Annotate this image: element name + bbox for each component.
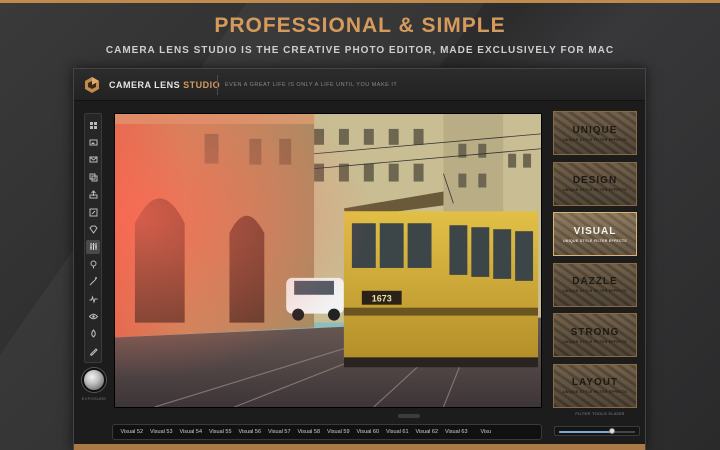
filmstrip-item[interactable]: Visual 59	[324, 429, 354, 435]
slider-label: FILTER TOOLS SLIDER	[575, 411, 625, 416]
filmstrip-item[interactable]: Visual 62	[412, 429, 442, 435]
slider-fill	[559, 431, 613, 433]
filmstrip-item[interactable]: Visual 55	[206, 429, 236, 435]
app-name-main: CAMERA LENS	[109, 80, 184, 90]
app-name-accent: STUDIO	[183, 80, 221, 90]
filmstrip-item[interactable]: Visu	[471, 429, 501, 435]
filmstrip-item[interactable]: Visual 61	[383, 429, 413, 435]
effect-description: UNIQUE STYLE FILTER EFFECTS	[563, 390, 627, 394]
app-window: CAMERA LENS STUDIO EVEN A GREAT LIFE IS …	[73, 68, 646, 450]
filmstrip: Visual 52 Visual 53 Visual 54 Visual 55 Visu…	[112, 424, 542, 440]
effect-description: UNIQUE STYLE FILTER EFFECTS	[563, 289, 627, 293]
exposure-knob[interactable]	[82, 368, 106, 392]
effect-description: UNIQUE STYLE FILTER EFFECTS	[563, 238, 627, 243]
filmstrip-item[interactable]: Visual 53	[147, 429, 177, 435]
edit-icon	[89, 208, 97, 216]
eye-icon	[88, 313, 98, 320]
sliders-icon	[89, 243, 97, 251]
tool-button-pulse[interactable]	[86, 292, 100, 306]
titlebar-separator	[217, 75, 218, 95]
effect-name: LAYOUT	[571, 377, 619, 388]
tool-button-share[interactable]	[86, 188, 100, 202]
effect-name: DESIGN	[572, 175, 618, 186]
tool-button-pin[interactable]	[86, 257, 100, 271]
headline: PROFESSIONAL & SIMPLE	[214, 14, 506, 37]
effect-description: UNIQUE STYLE FILTER EFFECTS	[563, 339, 627, 344]
effect-name: STRONG	[570, 326, 620, 338]
effect-description: UNIQUE STYLE FILTER EFFECTS	[563, 188, 627, 192]
share-icon	[89, 190, 97, 199]
effect-layout[interactable]: LAYOUT UNIQUE STYLE FILTER EFFECTS	[553, 363, 637, 408]
filmstrip-item[interactable]: Visual 52	[117, 429, 147, 435]
image-icon	[89, 139, 97, 146]
pulse-icon	[89, 294, 97, 304]
tool-button-wand[interactable]	[86, 275, 100, 289]
tool-button-drop[interactable]	[86, 327, 100, 341]
mail-icon	[89, 156, 97, 163]
copy-icon	[89, 173, 97, 182]
pencil-icon	[89, 347, 98, 356]
tool-button-mail[interactable]	[86, 153, 100, 167]
effect-visual[interactable]: VISUAL UNIQUE STYLE FILTER EFFECTS	[553, 212, 637, 256]
app-name: CAMERA LENS STUDIO	[109, 80, 220, 90]
camera-lens-logo-icon	[85, 77, 99, 93]
tool-button-sliders[interactable]	[86, 239, 100, 254]
photo-canvas[interactable]: 1673	[114, 113, 542, 408]
tool-button-grid[interactable]	[86, 118, 100, 132]
tagline: EVEN A GREAT LIFE IS ONLY A LIFE UNTIL Y…	[225, 82, 398, 88]
filter-slider[interactable]	[554, 426, 640, 436]
tool-button-image[interactable]	[86, 135, 100, 149]
filmstrip-item[interactable]: Visual 60	[353, 429, 383, 435]
wand-icon	[89, 277, 97, 286]
filmstrip-item[interactable]: Visual 54	[176, 429, 206, 435]
tool-button-edit[interactable]	[86, 205, 100, 219]
tool-button-copy[interactable]	[86, 170, 100, 184]
tool-button-diamond[interactable]	[86, 222, 100, 236]
filmstrip-item[interactable]: Visual 63	[442, 429, 472, 435]
effect-name: UNIQUE	[572, 124, 618, 136]
filmstrip-item[interactable]: Visual 57	[265, 429, 295, 435]
knob-label: EXPOSURE	[81, 396, 107, 401]
effect-name: DAZZLE	[572, 276, 618, 287]
panel-resize-handle[interactable]	[398, 414, 420, 418]
titlebar: CAMERA LENS STUDIO EVEN A GREAT LIFE IS …	[74, 69, 645, 101]
diamond-icon	[88, 225, 98, 234]
effect-design[interactable]: DESIGN UNIQUE STYLE FILTER EFFECTS	[553, 161, 637, 206]
tool-button-pencil[interactable]	[86, 344, 100, 358]
pin-icon	[90, 260, 96, 269]
slider-thumb[interactable]	[609, 428, 616, 434]
effect-unique[interactable]: UNIQUE UNIQUE STYLE FILTER EFFECTS	[553, 111, 637, 155]
tool-sidebar	[84, 113, 102, 363]
effect-strong[interactable]: STRONG UNIQUE STYLE FILTER EFFECTS	[553, 313, 637, 357]
effect-description: UNIQUE STYLE FILTER EFFECTS	[563, 137, 627, 142]
subheadline: CAMERA LENS STUDIO IS THE CREATIVE PHOTO…	[105, 45, 615, 56]
effect-name: VISUAL	[573, 225, 617, 237]
grid-icon	[89, 121, 97, 129]
top-accent-rule	[0, 0, 720, 3]
tool-button-eye[interactable]	[86, 309, 100, 323]
effect-dazzle[interactable]: DAZZLE UNIQUE STYLE FILTER EFFECTS	[553, 262, 637, 307]
filmstrip-item[interactable]: Visual 58	[294, 429, 324, 435]
filmstrip-item[interactable]: Visual 56	[235, 429, 265, 435]
bottom-accent-bar	[74, 444, 645, 450]
drop-icon	[90, 329, 96, 338]
photo-image: 1673	[115, 114, 541, 407]
